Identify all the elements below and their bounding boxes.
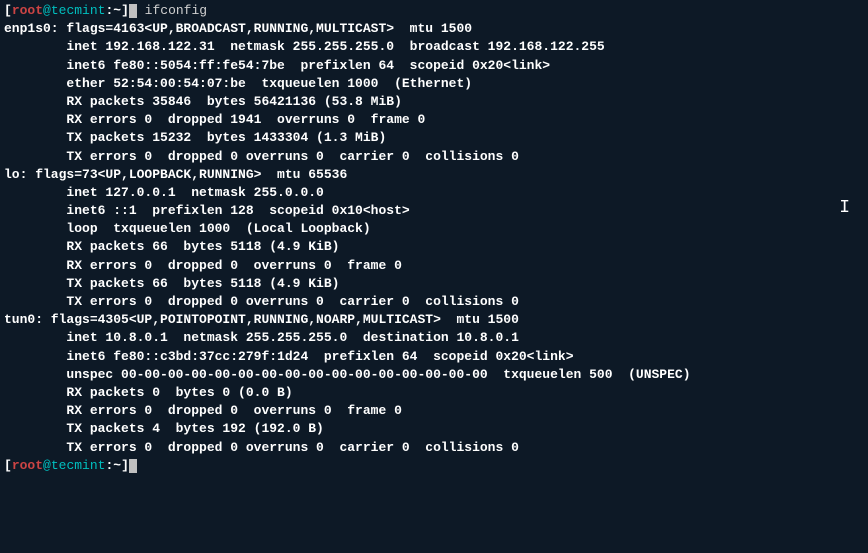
- prompt-at: @: [43, 3, 51, 18]
- iface3-inet: inet 10.8.0.1 netmask 255.255.255.0 dest…: [4, 329, 864, 347]
- iface2-rx-errors: RX errors 0 dropped 0 overruns 0 frame 0: [4, 257, 864, 275]
- iface1-inet6: inet6 fe80::5054:ff:fe54:7be prefixlen 6…: [4, 57, 864, 75]
- cursor-icon: [129, 459, 137, 473]
- iface1-tx-packets: TX packets 15232 bytes 1433304 (1.3 MiB): [4, 129, 864, 147]
- iface3-tx-packets: TX packets 4 bytes 192 (192.0 B): [4, 420, 864, 438]
- prompt-user: root: [12, 3, 43, 18]
- iface2-tx-packets: TX packets 66 bytes 5118 (4.9 KiB): [4, 275, 864, 293]
- iface2-rx-packets: RX packets 66 bytes 5118 (4.9 KiB): [4, 238, 864, 256]
- prompt-user: root: [12, 458, 43, 473]
- iface2-inet: inet 127.0.0.1 netmask 255.0.0.0: [4, 184, 864, 202]
- prompt-line-1[interactable]: [root@tecmint:~] ifconfig: [4, 2, 864, 20]
- prompt-host: tecmint: [51, 458, 106, 473]
- iface1-inet: inet 192.168.122.31 netmask 255.255.255.…: [4, 38, 864, 56]
- command-text: ifconfig: [137, 3, 207, 18]
- bracket-open: [: [4, 458, 12, 473]
- iface1-rx-packets: RX packets 35846 bytes 56421136 (53.8 Mi…: [4, 93, 864, 111]
- cursor-icon: [129, 4, 137, 18]
- iface3-unspec: unspec 00-00-00-00-00-00-00-00-00-00-00-…: [4, 366, 864, 384]
- iface1-header: enp1s0: flags=4163<UP,BROADCAST,RUNNING,…: [4, 20, 864, 38]
- iface1-ether: ether 52:54:00:54:07:be txqueuelen 1000 …: [4, 75, 864, 93]
- iface1-tx-errors: TX errors 0 dropped 0 overruns 0 carrier…: [4, 148, 864, 166]
- iface2-tx-errors: TX errors 0 dropped 0 overruns 0 carrier…: [4, 293, 864, 311]
- iface3-tx-errors: TX errors 0 dropped 0 overruns 0 carrier…: [4, 439, 864, 457]
- iface2-loop: loop txqueuelen 1000 (Local Loopback): [4, 220, 864, 238]
- prompt-path: :~: [105, 458, 121, 473]
- bracket-open: [: [4, 3, 12, 18]
- prompt-path: :~: [105, 3, 121, 18]
- iface1-rx-errors: RX errors 0 dropped 1941 overruns 0 fram…: [4, 111, 864, 129]
- iface3-rx-packets: RX packets 0 bytes 0 (0.0 B): [4, 384, 864, 402]
- iface3-header: tun0: flags=4305<UP,POINTOPOINT,RUNNING,…: [4, 311, 864, 329]
- text-cursor-icon: I: [839, 196, 850, 221]
- iface2-inet6: inet6 ::1 prefixlen 128 scopeid 0x10<hos…: [4, 202, 864, 220]
- prompt-host: tecmint: [51, 3, 106, 18]
- iface3-inet6: inet6 fe80::c3bd:37cc:279f:1d24 prefixle…: [4, 348, 864, 366]
- bracket-close: ]: [121, 458, 129, 473]
- prompt-line-2[interactable]: [root@tecmint:~]: [4, 457, 864, 475]
- prompt-at: @: [43, 458, 51, 473]
- iface2-header: lo: flags=73<UP,LOOPBACK,RUNNING> mtu 65…: [4, 166, 864, 184]
- iface3-rx-errors: RX errors 0 dropped 0 overruns 0 frame 0: [4, 402, 864, 420]
- bracket-close: ]: [121, 3, 129, 18]
